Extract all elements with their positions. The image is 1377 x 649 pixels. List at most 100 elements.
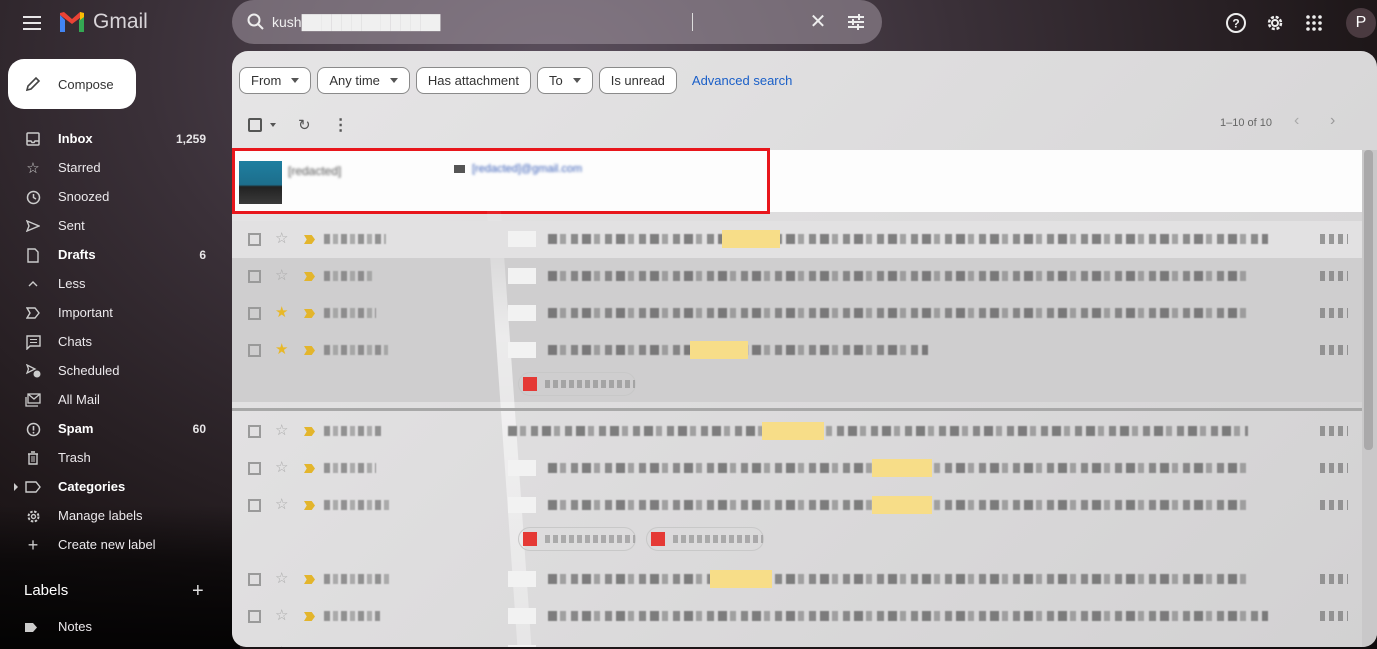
important-marker-icon[interactable] bbox=[304, 427, 315, 436]
sidebar-item-trash[interactable]: Trash bbox=[0, 443, 220, 472]
scrollbar-thumb[interactable] bbox=[1364, 150, 1373, 450]
search-match-highlight bbox=[690, 341, 748, 359]
chevron-left-icon[interactable]: ‹ bbox=[1294, 112, 1299, 130]
important-marker-icon[interactable] bbox=[304, 235, 315, 244]
important-marker-icon[interactable] bbox=[304, 346, 315, 355]
account-avatar[interactable]: P bbox=[1346, 8, 1376, 38]
email-row[interactable]: ☆ bbox=[232, 598, 1362, 635]
row-checkbox[interactable] bbox=[248, 270, 261, 283]
sidebar-item-categories[interactable]: Categories bbox=[0, 472, 220, 501]
search-bar[interactable]: ✕ bbox=[232, 0, 882, 44]
row-checkbox[interactable] bbox=[248, 610, 261, 623]
pencil-icon bbox=[25, 76, 41, 92]
apps-grid-icon[interactable] bbox=[1301, 10, 1327, 36]
star-icon[interactable]: ☆ bbox=[275, 229, 288, 247]
search-input[interactable] bbox=[272, 0, 692, 44]
filter-any-time[interactable]: Any time bbox=[317, 67, 410, 94]
row-checkbox[interactable] bbox=[248, 499, 261, 512]
compose-button[interactable]: Compose bbox=[8, 59, 136, 109]
star-icon[interactable]: ☆ bbox=[275, 266, 288, 284]
gear-icon[interactable] bbox=[1262, 10, 1288, 36]
main-menu-button[interactable] bbox=[20, 12, 44, 34]
sidebar-item-manage-labels[interactable]: Manage labels bbox=[0, 501, 220, 530]
help-icon[interactable]: ? bbox=[1223, 10, 1249, 36]
sidebar-item-less[interactable]: Less bbox=[0, 269, 220, 298]
select-all-checkbox[interactable] bbox=[248, 118, 262, 132]
important-marker-icon[interactable] bbox=[304, 575, 315, 584]
star-icon[interactable]: ★ bbox=[275, 340, 288, 358]
select-dropdown-icon[interactable] bbox=[270, 123, 276, 127]
row-checkbox[interactable] bbox=[248, 462, 261, 475]
label-badge bbox=[508, 460, 536, 476]
attachment-chip[interactable] bbox=[518, 372, 636, 396]
filter-has-attachment[interactable]: Has attachment bbox=[415, 67, 531, 94]
row-checkbox[interactable] bbox=[248, 425, 261, 438]
email-row[interactable]: ☆ bbox=[232, 450, 1362, 487]
star-icon[interactable]: ☆ bbox=[275, 421, 288, 439]
gmail-logo[interactable]: Gmail bbox=[58, 10, 148, 34]
sidebar-item-create-label[interactable]: + Create new label bbox=[0, 530, 220, 559]
email-row[interactable]: ★ bbox=[232, 332, 1362, 406]
email-row[interactable]: ☆ bbox=[232, 561, 1362, 598]
email-row[interactable]: ☆ bbox=[232, 635, 1362, 647]
sender-redacted bbox=[324, 345, 388, 355]
star-icon[interactable]: ☆ bbox=[275, 643, 288, 647]
send-icon bbox=[24, 217, 42, 235]
sidebar-item-drafts[interactable]: Drafts 6 bbox=[0, 240, 220, 269]
row-checkbox[interactable] bbox=[248, 233, 261, 246]
sidebar-item-all-mail[interactable]: All Mail bbox=[0, 385, 220, 414]
email-row[interactable]: ☆ bbox=[232, 413, 1362, 450]
sender-redacted bbox=[324, 308, 376, 318]
sidebar-item-important[interactable]: Important bbox=[0, 298, 220, 327]
row-checkbox[interactable] bbox=[248, 573, 261, 586]
sidebar-item-inbox[interactable]: Inbox 1,259 bbox=[0, 124, 220, 153]
email-row[interactable]: ☆ bbox=[232, 258, 1362, 295]
sidebar-item-chats[interactable]: Chats bbox=[0, 327, 220, 356]
contact-email[interactable]: [redacted]@gmail.com bbox=[472, 163, 597, 175]
scrollbar[interactable] bbox=[1362, 150, 1377, 647]
important-marker-icon[interactable] bbox=[304, 464, 315, 473]
compose-label: Compose bbox=[58, 76, 114, 92]
filter-is-unread[interactable]: Is unread bbox=[598, 67, 677, 94]
refresh-icon[interactable]: ↻ bbox=[298, 116, 311, 134]
sender-redacted bbox=[324, 271, 374, 281]
tune-icon[interactable] bbox=[844, 10, 868, 34]
star-icon[interactable]: ☆ bbox=[275, 606, 288, 624]
important-marker-icon[interactable] bbox=[304, 501, 315, 510]
star-icon[interactable]: ☆ bbox=[275, 569, 288, 587]
expand-caret-icon[interactable] bbox=[14, 483, 18, 491]
star-icon[interactable]: ☆ bbox=[275, 495, 288, 513]
email-row[interactable]: ☆ bbox=[232, 487, 1362, 561]
filter-to[interactable]: To bbox=[536, 67, 593, 94]
advanced-search-link[interactable]: Advanced search bbox=[692, 73, 792, 88]
star-icon[interactable]: ☆ bbox=[275, 458, 288, 476]
chevron-up-icon bbox=[24, 275, 42, 293]
email-row[interactable]: ☆ bbox=[232, 221, 1362, 258]
all-mail-icon bbox=[24, 391, 42, 409]
attachment-chip[interactable] bbox=[646, 527, 764, 551]
attachment-chip[interactable] bbox=[518, 527, 636, 551]
important-marker-icon[interactable] bbox=[304, 272, 315, 281]
add-label-button[interactable]: + bbox=[192, 580, 204, 603]
row-checkbox[interactable] bbox=[248, 307, 261, 320]
filter-from[interactable]: From bbox=[239, 67, 312, 94]
important-marker-icon[interactable] bbox=[304, 612, 315, 621]
chevron-right-icon[interactable]: › bbox=[1330, 112, 1335, 130]
email-row[interactable]: ★ bbox=[232, 295, 1362, 332]
date-redacted bbox=[1320, 611, 1348, 621]
sidebar-label-notes[interactable]: Notes bbox=[0, 612, 220, 641]
sidebar-item-starred[interactable]: ☆ Starred bbox=[0, 153, 220, 182]
close-icon[interactable]: ✕ bbox=[806, 10, 830, 34]
search-match-highlight bbox=[872, 496, 932, 514]
search-icon[interactable] bbox=[246, 12, 266, 32]
row-checkbox[interactable] bbox=[248, 344, 261, 357]
star-icon[interactable]: ★ bbox=[275, 303, 288, 321]
attachment-name-redacted bbox=[545, 535, 635, 543]
sidebar-item-spam[interactable]: Spam 60 bbox=[0, 414, 220, 443]
sidebar-item-sent[interactable]: Sent bbox=[0, 211, 220, 240]
sidebar-item-scheduled[interactable]: Scheduled bbox=[0, 356, 220, 385]
important-marker-icon[interactable] bbox=[304, 309, 315, 318]
contact-card[interactable]: [redacted] [redacted]@gmail.com bbox=[232, 150, 1362, 212]
more-options-icon[interactable]: ⋮ bbox=[333, 115, 349, 135]
sidebar-item-snoozed[interactable]: Snoozed bbox=[0, 182, 220, 211]
